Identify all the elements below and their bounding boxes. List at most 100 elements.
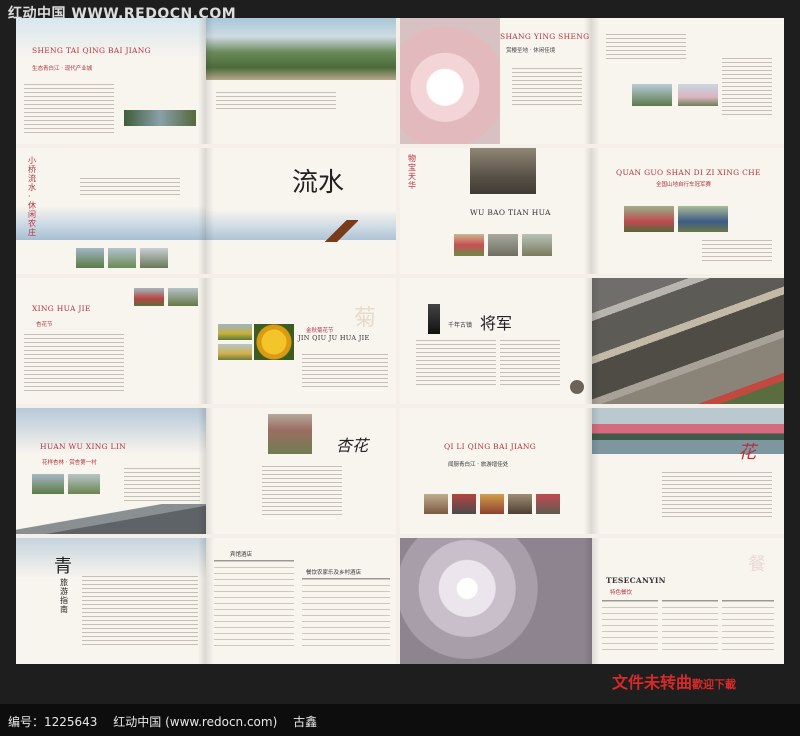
sky-mist — [16, 538, 206, 578]
small-photo — [108, 248, 136, 268]
spread-subtitle-2: 全国山地自行车冠军赛 — [656, 182, 712, 188]
vertical-title: 物宝天华 — [408, 154, 416, 190]
body-text-block — [722, 58, 772, 118]
brochure-preview-board: SHENG TAI QING BAI JIANG 生态青白江 · 现代产业城 S… — [16, 18, 784, 664]
spread-title-2: JIN QIU JU HUA JIE — [298, 334, 370, 342]
spread-right-page: 菊 JIN QIU JU HUA JIE 金秋菊花节 — [206, 278, 396, 404]
archway-photo — [470, 148, 536, 194]
spread-xiao-qiao: 小桥流水 · 休闲农庄 流水 — [16, 148, 396, 274]
calligraphy-text: 流水 — [292, 168, 345, 198]
vertical-title: 小桥流水 · 休闲农庄 — [28, 156, 36, 237]
small-photo — [32, 474, 64, 494]
body-text-block — [262, 466, 342, 516]
small-photo — [632, 84, 672, 106]
spread-subtitle: 闻厨青白江 · 旅游增佳处 — [448, 462, 509, 468]
calligraphy-text: 花 — [738, 442, 756, 463]
body-text-block — [124, 468, 200, 502]
spread-title: TESECANYIN — [606, 576, 666, 585]
spread-right-page — [592, 18, 784, 144]
accent-character: 餐 — [748, 554, 766, 575]
body-text-block — [500, 340, 560, 388]
body-text-block — [24, 84, 114, 134]
spread-left-page: 小桥流水 · 休闲农庄 — [16, 148, 206, 274]
spread-right-page — [206, 18, 396, 144]
body-text-block — [416, 340, 496, 388]
small-photo — [480, 494, 504, 514]
body-text-block — [512, 68, 582, 108]
body-text-block — [216, 92, 336, 112]
white-blossom-photo — [400, 538, 592, 664]
spread-title: XING HUA JIE — [32, 304, 91, 313]
small-photo — [452, 494, 476, 514]
spread-jiang-jun: 千年古镇 将军 — [400, 278, 784, 404]
landscape-photo — [124, 110, 196, 126]
spread-tourism-guide: 青 旅游指南 宾馆酒店 餐饮农家乐及乡村酒店 — [16, 538, 396, 664]
cycling-photo — [624, 206, 674, 232]
spread-wu-bao: 物宝天华 WU BAO TIAN HUA QUAN GUO SHAN DI ZI… — [400, 148, 784, 274]
bottom-slogan: 文件未转曲歡迎下載 — [612, 669, 736, 693]
spread-subtitle-2: 金秋菊花节 — [306, 328, 334, 334]
small-photo — [218, 324, 252, 340]
violin-image — [324, 220, 358, 242]
body-text-block — [606, 34, 686, 62]
park-path-photo — [206, 18, 396, 80]
small-photo — [678, 84, 718, 106]
small-photo — [168, 288, 198, 306]
spread-sheng-tai: SHENG TAI QING BAI JIANG 生态青白江 · 现代产业城 — [16, 18, 396, 144]
mountain-mist — [206, 210, 396, 240]
caption-id: 编号：1225643 — [8, 715, 98, 729]
spread-title: HUAN WU XING LIN — [40, 442, 126, 451]
spread-shang-ying: SHANG YING SHENG DI 赏樱圣地 · 休闲佳境 — [400, 18, 784, 144]
spread-title: SHANG YING SHENG DI — [500, 32, 592, 41]
ancient-town-rooftops-photo — [592, 278, 784, 404]
spread-left-page: HUAN WU XING LIN 花样杏林 · 赏杏第一村 — [16, 408, 206, 534]
spread-left-page: 千年古镇 将军 — [400, 278, 592, 404]
body-text-block — [80, 178, 180, 198]
blossom-field-photo — [268, 414, 312, 454]
body-text-block — [302, 354, 388, 388]
calligraphy-text: 将军 — [480, 314, 513, 333]
body-text-block — [702, 240, 772, 264]
spread-right-page: 宾馆酒店 餐饮农家乐及乡村酒店 — [206, 538, 396, 664]
small-photo — [488, 234, 518, 256]
guide-text-block — [82, 576, 198, 646]
spread-huan-wu-xing-lin: HUAN WU XING LIN 花样杏林 · 赏杏第一村 杏花 — [16, 408, 396, 534]
small-round-photo — [570, 380, 584, 394]
slogan-small: 歡迎下載 — [692, 678, 737, 691]
caption-author: 古鑫 — [293, 715, 318, 729]
hotel-table — [214, 560, 294, 650]
body-text-block — [662, 472, 772, 520]
roof-eave-photo — [16, 504, 206, 534]
food-table — [662, 600, 718, 650]
spread-left-page: SHANG YING SHENG DI 赏樱圣地 · 休闲佳境 — [400, 18, 592, 144]
small-photo — [134, 288, 164, 306]
spread-right-page: 花 — [592, 408, 784, 534]
spread-title-2: QUAN GUO SHAN DI ZI XING CHE — [616, 168, 761, 177]
spread-left-page: QI LI QING BAI JIANG 闻厨青白江 · 旅游增佳处 — [400, 408, 592, 534]
spread-left-page: SHENG TAI QING BAI JIANG 生态青白江 · 现代产业城 — [16, 18, 206, 144]
restaurant-table — [302, 578, 390, 650]
slogan-main: 文件未转曲 — [612, 673, 693, 692]
small-photo — [76, 248, 104, 268]
small-photo — [508, 494, 532, 514]
spread-left-page: 物宝天华 WU BAO TIAN HUA — [400, 148, 592, 274]
spread-subtitle: 千年古镇 — [448, 322, 473, 329]
spread-right-page: QUAN GUO SHAN DI ZI XING CHE 全国山地自行车冠军赛 — [592, 148, 784, 274]
small-photo — [140, 248, 168, 268]
table-title-2: 餐饮农家乐及乡村酒店 — [306, 570, 362, 576]
spread-title: SHENG TAI QING BAI JIANG — [32, 46, 151, 55]
small-photo — [522, 234, 552, 256]
caption-bar: 编号：1225643 红动中国 (www.redocn.com) 古鑫 — [0, 704, 800, 736]
spread-qi-li: QI LI QING BAI JIANG 闻厨青白江 · 旅游增佳处 花 — [400, 408, 784, 534]
small-photo — [536, 494, 560, 514]
spread-te-se-can-yin: 餐 TESECANYIN 特色餐饮 — [400, 538, 784, 664]
body-text-block — [24, 334, 124, 392]
food-table — [602, 600, 658, 650]
spread-right-page — [592, 278, 784, 404]
spread-left-page — [400, 538, 592, 664]
calligraphy-text: 青 — [54, 556, 72, 577]
vertical-title: 旅游指南 — [60, 578, 68, 614]
spread-title: QI LI QING BAI JIANG — [444, 442, 537, 451]
spread-right-page: 杏花 — [206, 408, 396, 534]
spread-xing-hua: XING HUA JIE 杏花节 菊 JIN QIU JU HUA JIE 金秋… — [16, 278, 396, 404]
